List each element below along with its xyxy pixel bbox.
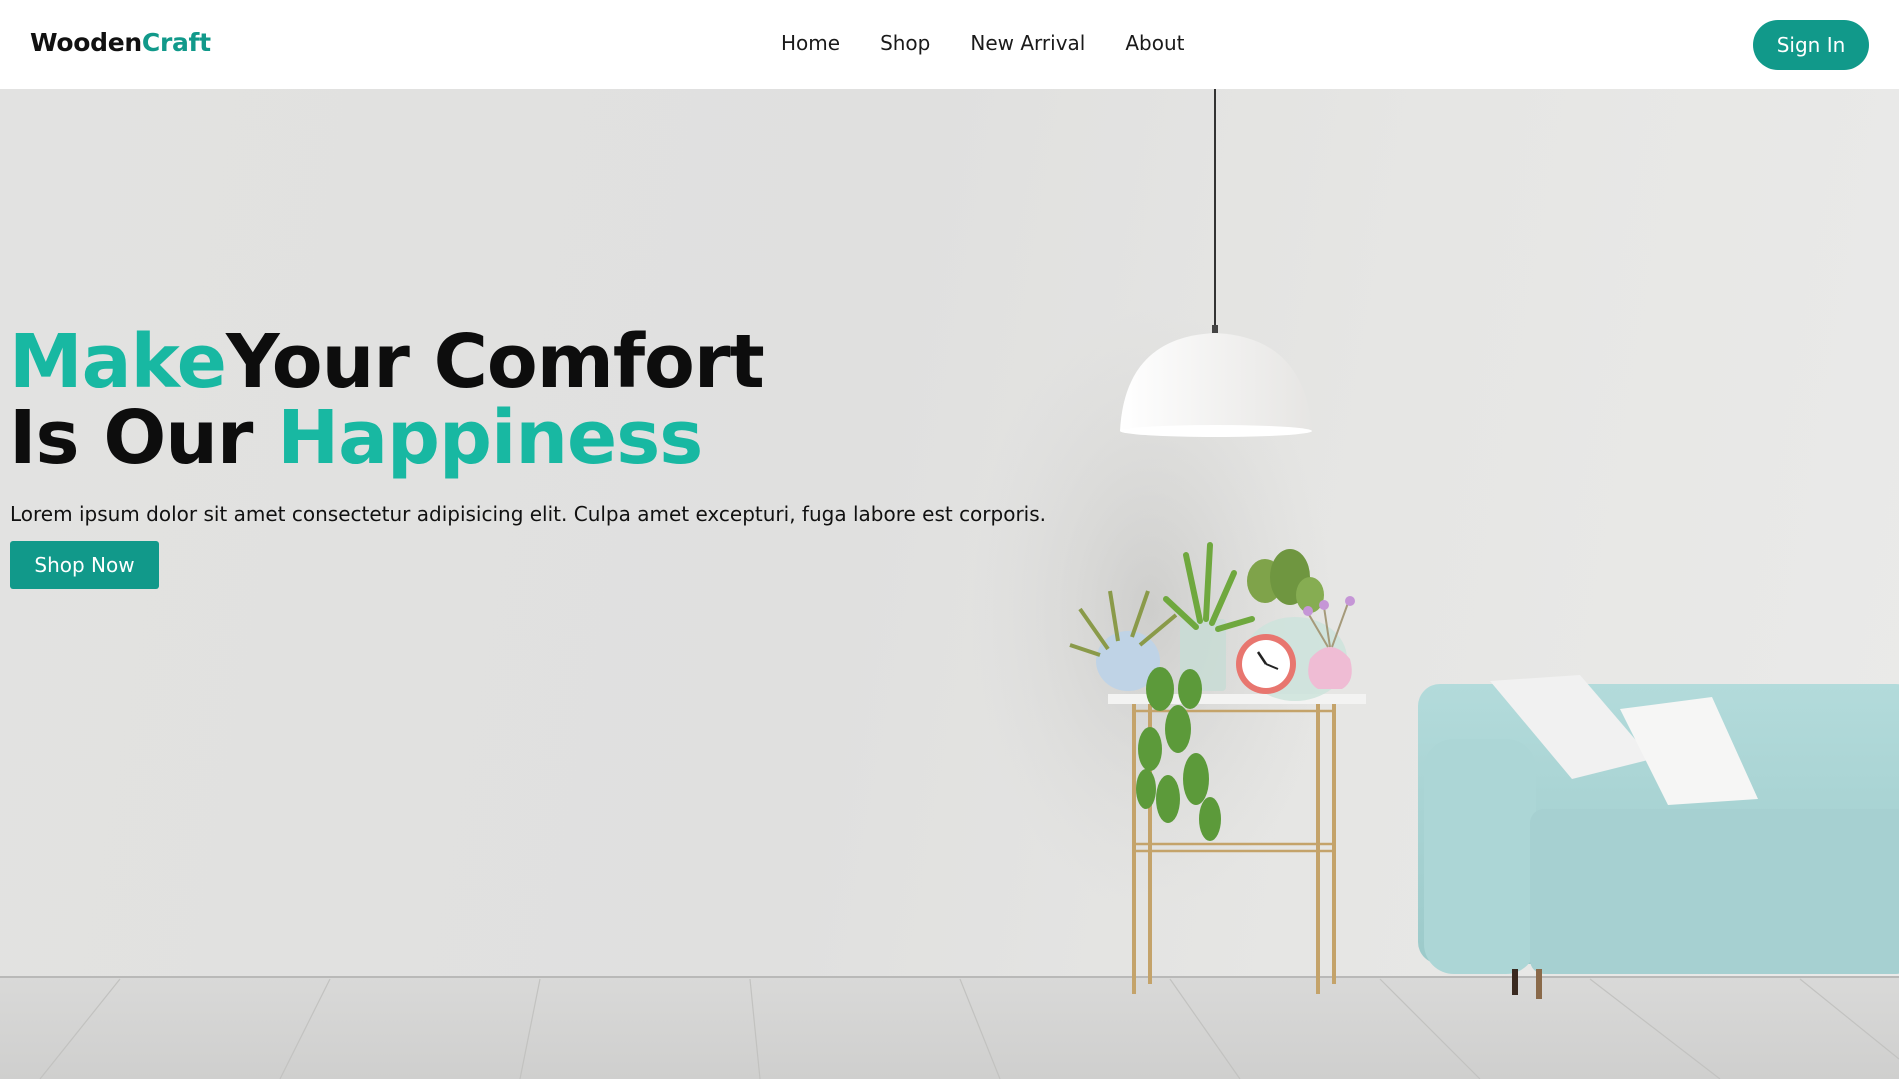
sign-in-button[interactable]: Sign In xyxy=(1753,20,1869,70)
headline-line1-rest: Your Comfort xyxy=(226,319,765,405)
pendant-lamp-illustration xyxy=(1120,89,1312,437)
headline-accent-happiness: Happiness xyxy=(277,395,703,481)
hero-background-image xyxy=(0,89,1899,1079)
floor xyxy=(0,976,1899,1079)
brand-name-part2: Craft xyxy=(141,28,211,57)
brand-logo[interactable]: WoodenCraft xyxy=(30,28,211,57)
hero-section: MakeYour Comfort Is Our Happiness Lorem … xyxy=(0,89,1899,1079)
hero-subtitle: Lorem ipsum dolor sit amet consectetur a… xyxy=(10,502,1047,526)
navbar: WoodenCraft Home Shop New Arrival About … xyxy=(0,0,1899,89)
nav-link-about[interactable]: About xyxy=(1125,31,1184,55)
shop-now-button[interactable]: Shop Now xyxy=(10,541,159,589)
main-nav: Home Shop New Arrival About xyxy=(781,31,1224,55)
nav-link-home[interactable]: Home xyxy=(781,31,840,55)
headline-line2-start: Is Our xyxy=(9,395,278,481)
headline-accent-make: Make xyxy=(9,319,227,405)
nav-link-new-arrival[interactable]: New Arrival xyxy=(970,31,1085,55)
sofa-illustration xyxy=(1418,675,1899,999)
brand-name-part1: Wooden xyxy=(30,28,142,57)
hero-headline: MakeYour Comfort Is Our Happiness xyxy=(9,324,765,476)
nav-link-shop[interactable]: Shop xyxy=(880,31,930,55)
